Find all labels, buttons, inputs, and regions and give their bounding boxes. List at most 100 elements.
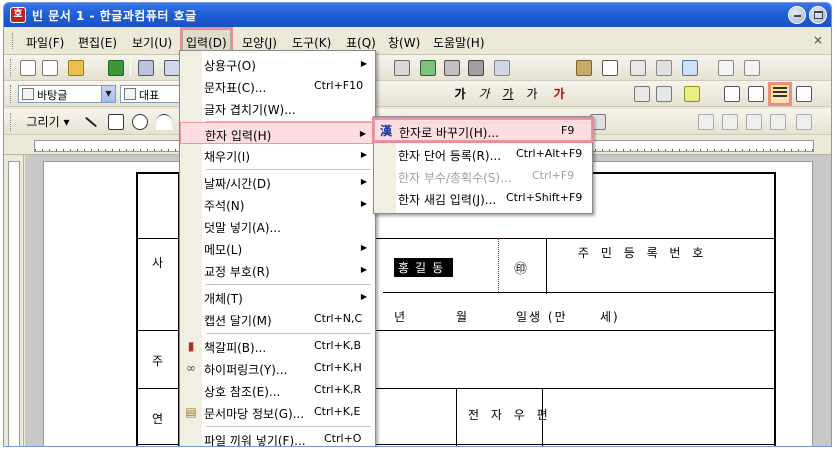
char-spacing-icon[interactable] xyxy=(634,86,650,102)
layout-icon[interactable] xyxy=(718,60,734,76)
symbol-icon[interactable] xyxy=(682,60,698,76)
menu-table[interactable]: 표(Q) xyxy=(346,34,376,51)
menu-item-hyperlink[interactable]: ∞ 하이퍼링크(Y)... Ctrl+K,H xyxy=(180,357,375,379)
align-center-button[interactable] xyxy=(768,82,792,106)
menu-item-object[interactable]: 개체(T) ▶ xyxy=(180,286,375,308)
menu-item-auto-text[interactable]: 상용구(O) ▶ xyxy=(180,53,375,75)
toolbar-grip[interactable] xyxy=(10,85,13,103)
font-dropdown[interactable]: 대표 xyxy=(120,85,182,103)
outline-button[interactable]: 가 xyxy=(524,84,540,104)
menu-input[interactable]: 입력(D) xyxy=(180,27,233,53)
chart-icon[interactable] xyxy=(630,60,646,76)
align-icon[interactable] xyxy=(444,60,460,76)
char-width-icon[interactable] xyxy=(656,86,672,102)
arc-icon[interactable] xyxy=(156,114,172,130)
menu-item-document-info[interactable]: ▤ 문서마당 정보(G)... Ctrl+K,E xyxy=(180,401,375,423)
equation-icon[interactable] xyxy=(656,60,672,76)
maximize-icon xyxy=(814,11,823,19)
label-ju: 주 xyxy=(152,354,166,368)
vertical-ruler[interactable] xyxy=(4,155,24,446)
maximize-button[interactable] xyxy=(809,6,827,24)
send-back-icon[interactable] xyxy=(770,114,786,130)
ellipse-icon[interactable] xyxy=(132,114,148,130)
menu-item-bookmark[interactable]: ▮ 책갈피(B)... Ctrl+K,B xyxy=(180,335,375,357)
close-document-icon[interactable]: × xyxy=(813,33,823,47)
menu-item-hanja-input[interactable]: 한자 입력(H) ▶ xyxy=(180,122,375,144)
menu-help[interactable]: 도움말(H) xyxy=(433,34,485,51)
columns-icon[interactable] xyxy=(468,60,484,76)
menu-item-convert-hanja[interactable]: 漢 한자로 바꾸기(H)... F9 xyxy=(372,117,594,143)
selected-name-text[interactable]: 홍길동 xyxy=(394,258,454,277)
align-left-icon[interactable] xyxy=(748,86,764,102)
menu-item-label: 한자 새김 입력(J)... xyxy=(398,193,497,207)
menu-item-hanja-meaning-input[interactable]: 한자 새김 입력(J)... Ctrl+Shift+F9 xyxy=(374,187,592,209)
menu-item-shortcut: F9 xyxy=(561,124,575,137)
menu-item-label: 덧말 넣기(A)... xyxy=(204,221,281,235)
bold-button[interactable]: 가 xyxy=(452,84,468,104)
minimize-button[interactable] xyxy=(788,6,806,24)
menu-item-caption[interactable]: 캡션 달기(M) Ctrl+N,C xyxy=(180,308,375,330)
style-dropdown[interactable]: 바탕글 ▼ xyxy=(18,85,116,103)
menu-item-memo[interactable]: 메모(L) ▶ xyxy=(180,237,375,259)
save-icon[interactable] xyxy=(108,60,124,76)
menu-item-shortcut: Ctrl+F10 xyxy=(314,79,364,92)
chevron-down-icon[interactable]: ▼ xyxy=(101,86,115,102)
hyperlink-icon: ∞ xyxy=(186,361,196,375)
draw-menu-button[interactable]: 그리기 ▾ xyxy=(20,112,76,132)
menu-file[interactable]: 파일(F) xyxy=(26,34,64,51)
menu-item-label: 캡션 달기(M) xyxy=(204,314,272,328)
group-icon[interactable] xyxy=(698,114,714,130)
menu-item-ruby-text[interactable]: 덧말 넣기(A)... xyxy=(180,215,375,237)
font-dropdown-value: 대표 xyxy=(139,89,160,102)
new-template-icon[interactable] xyxy=(42,60,58,76)
link-icon[interactable] xyxy=(494,60,510,76)
spellcheck-icon[interactable] xyxy=(420,60,436,76)
toolbar-separator xyxy=(130,59,131,77)
hwp-app-icon[interactable]: 호 xyxy=(10,7,26,23)
bring-front-icon[interactable] xyxy=(746,114,762,130)
menu-item-fill[interactable]: 채우기(I) ▶ xyxy=(180,144,375,166)
menu-item-overlap-chars[interactable]: 글자 겹치기(W)... xyxy=(180,97,375,119)
menu-window[interactable]: 창(W) xyxy=(388,34,420,51)
menubar-grip[interactable] xyxy=(12,33,15,49)
table-line xyxy=(456,388,457,446)
menu-item-label: 상호 참조(E)... xyxy=(204,385,281,399)
underline-button[interactable]: 가 xyxy=(500,84,516,104)
align-right-icon[interactable] xyxy=(796,86,812,102)
new-document-icon[interactable] xyxy=(20,60,36,76)
table-icon[interactable] xyxy=(602,60,618,76)
menu-item-cross-reference[interactable]: 상호 참조(E)... Ctrl+K,R xyxy=(180,379,375,401)
menu-item-proofreading[interactable]: 교정 부호(R) ▶ xyxy=(180,259,375,281)
print-icon[interactable] xyxy=(138,60,154,76)
menu-item-register-hanja-word[interactable]: 한자 단어 등록(R)... Ctrl+Alt+F9 xyxy=(374,143,592,165)
menu-edit[interactable]: 편집(E) xyxy=(78,34,117,51)
toolbar-grip[interactable] xyxy=(10,59,13,77)
toolbar-grip[interactable] xyxy=(10,113,13,131)
submenu-arrow-icon: ▶ xyxy=(359,129,366,138)
italic-button[interactable]: 가 xyxy=(476,84,492,104)
justify-icon[interactable] xyxy=(724,86,740,102)
open-folder-icon[interactable] xyxy=(68,60,84,76)
font-color-button[interactable]: 가 xyxy=(550,84,568,104)
line-icon[interactable] xyxy=(84,116,98,128)
menu-format[interactable]: 모양(J) xyxy=(242,34,277,51)
menu-bar: 파일(F) 편집(E) 보기(U) 입력(D) 모양(J) 도구(K) 표(Q)… xyxy=(4,27,831,55)
rectangle-icon[interactable] xyxy=(108,114,124,130)
app-window: 호 빈 문서 1 - 한글과컴퓨터 호글 파일(F) 편집(E) 보기(U) 입… xyxy=(3,2,832,447)
window-icon[interactable] xyxy=(744,60,760,76)
menu-item-annotation[interactable]: 주석(N) ▶ xyxy=(180,193,375,215)
picture-icon[interactable] xyxy=(576,60,592,76)
ungroup-icon[interactable] xyxy=(722,114,738,130)
menu-view[interactable]: 보기(U) xyxy=(132,34,172,51)
menu-tools[interactable]: 도구(K) xyxy=(292,34,331,51)
rotate-icon[interactable] xyxy=(796,114,812,130)
menu-item-char-map[interactable]: 문자표(C)... Ctrl+F10 xyxy=(180,75,375,97)
menu-item-date-time[interactable]: 날짜/시간(D) ▶ xyxy=(180,171,375,193)
edit-icon[interactable] xyxy=(394,60,410,76)
table-line xyxy=(383,292,774,293)
menu-item-insert-file[interactable]: 파일 끼워 넣기(F)... Ctrl+O xyxy=(180,428,375,446)
preview-icon[interactable] xyxy=(164,60,180,76)
highlighter-icon[interactable] xyxy=(684,86,700,102)
submenu-arrow-icon: ▶ xyxy=(360,292,367,301)
submenu-arrow-icon: ▶ xyxy=(360,199,367,208)
